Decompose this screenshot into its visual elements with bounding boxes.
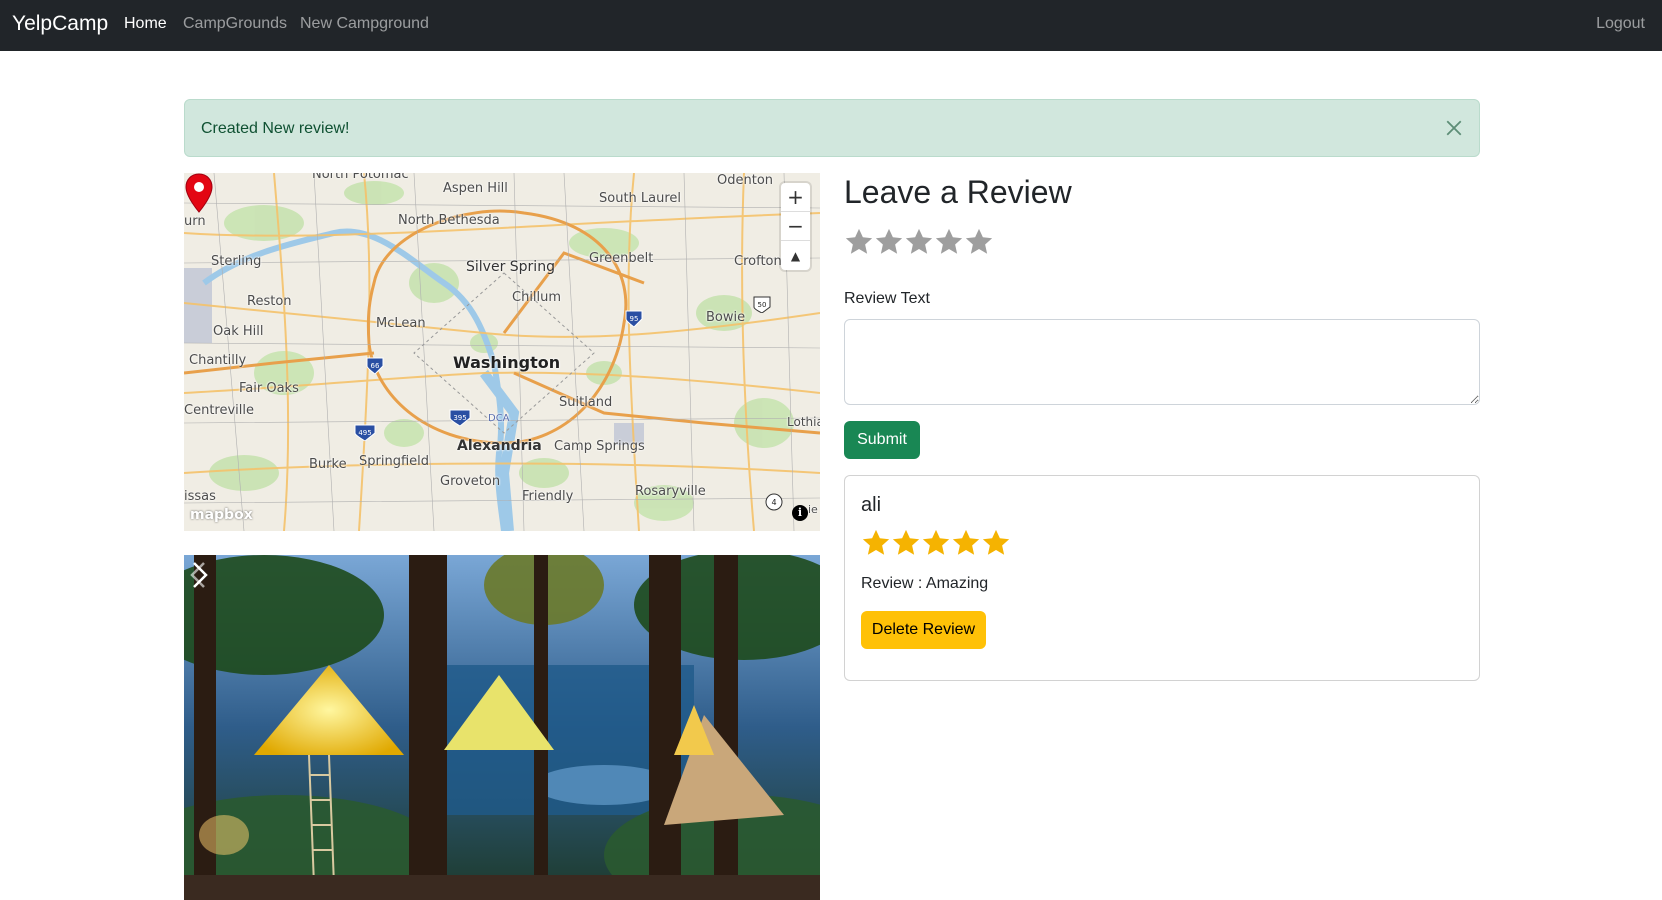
map-label: issas [184, 489, 216, 504]
map-label: Fair Oaks [239, 381, 299, 396]
chevron-right-icon[interactable] [184, 555, 214, 595]
map-label: North Potomac [312, 173, 409, 182]
brand-logo[interactable]: YelpCamp [12, 12, 108, 36]
svg-text:66: 66 [371, 362, 380, 370]
close-icon[interactable] [1445, 119, 1463, 137]
map-label: Reston [247, 294, 292, 309]
alert-message: Created New review! [201, 120, 350, 137]
campground-image [184, 555, 820, 900]
navbar: YelpCamp Home CampGrounds New Campground… [0, 0, 1662, 51]
map-label: Oak Hill [213, 324, 264, 339]
map-label: Friendly [522, 489, 574, 504]
map-label: Groveton [440, 474, 501, 489]
svg-text:95: 95 [630, 315, 639, 323]
star-icon [862, 529, 890, 555]
map-label: DCA [488, 413, 510, 424]
map-label: Lothia [787, 415, 820, 429]
map-label: Aspen Hill [443, 181, 508, 196]
map-label: urn [184, 214, 206, 229]
delete-review-button[interactable]: Delete Review [861, 611, 986, 649]
star-icon[interactable] [874, 227, 904, 257]
map-label: Chantilly [189, 353, 247, 368]
review-author: ali [861, 494, 882, 516]
map-label: Silver Spring [466, 259, 555, 275]
nav-link-campgrounds[interactable]: CampGrounds [183, 15, 287, 33]
submit-button[interactable]: Submit [844, 421, 920, 459]
review-text-label: Review Text [844, 290, 930, 307]
star-icon[interactable] [904, 227, 934, 257]
map-label: Washington [453, 353, 561, 372]
star-icon [982, 529, 1010, 555]
svg-text:4: 4 [771, 498, 776, 507]
map-label: ie [808, 503, 818, 516]
review-body: Review : Amazing [861, 575, 989, 592]
map-label: Chillum [512, 290, 562, 305]
interstate-shield-icon: 66 [366, 357, 384, 374]
state-route-shield-icon: 4 [765, 493, 783, 511]
location-pin-icon[interactable] [184, 173, 214, 213]
map-label: North Bethesda [398, 213, 500, 228]
zoom-in-button[interactable]: + [781, 183, 810, 212]
campground-image-carousel [184, 555, 820, 900]
map-label: Odenton [717, 173, 774, 188]
map-label: Bowie [706, 310, 746, 325]
svg-text:50: 50 [758, 301, 767, 309]
compass-button[interactable]: ▲ [781, 241, 810, 270]
star-icon [922, 529, 950, 555]
review-card: ali Review : Amazing Delete Review [844, 475, 1480, 681]
campground-map[interactable]: North Potomac Odenton Aspen Hill South L… [184, 173, 820, 531]
map-label: Rosaryville [635, 484, 706, 499]
mapbox-logo[interactable]: mapbox [190, 507, 253, 523]
map-label: Alexandria [457, 438, 542, 454]
review-form-heading: Leave a Review [844, 174, 1072, 210]
info-icon[interactable]: i [792, 505, 808, 521]
map-tiles [184, 173, 820, 531]
nav-link-home[interactable]: Home [124, 15, 167, 33]
map-label: South Laurel [599, 191, 682, 206]
map-label: Burke [309, 457, 347, 472]
star-icon[interactable] [964, 227, 994, 257]
success-alert: Created New review! [184, 99, 1480, 157]
nav-link-new-campground[interactable]: New Campground [300, 15, 429, 33]
us-route-shield-icon: 50 [753, 296, 771, 313]
map-label: Camp Springs [554, 439, 645, 454]
svg-text:395: 395 [453, 414, 466, 422]
star-icon [892, 529, 920, 555]
map-label: Centreville [184, 403, 254, 418]
interstate-shield-icon: 395 [449, 409, 471, 426]
star-rating-input[interactable] [844, 227, 994, 257]
svg-text:495: 495 [358, 429, 371, 437]
star-icon [952, 529, 980, 555]
review-rating [861, 528, 1011, 558]
map-navigation-control: + − ▲ [781, 183, 810, 270]
interstate-shield-icon: 495 [354, 424, 376, 441]
review-text-input[interactable] [844, 319, 1480, 405]
map-label: Sterling [211, 254, 262, 269]
map-label: Greenbelt [589, 251, 654, 266]
map-label: Suitland [559, 395, 613, 410]
interstate-shield-icon: 95 [625, 310, 643, 327]
map-label: Springfield [359, 454, 430, 469]
nav-link-logout[interactable]: Logout [1596, 15, 1645, 33]
star-icon[interactable] [844, 227, 874, 257]
zoom-out-button[interactable]: − [781, 212, 810, 241]
star-icon[interactable] [934, 227, 964, 257]
map-label: McLean [376, 316, 426, 331]
map-label: Crofton [734, 254, 782, 269]
